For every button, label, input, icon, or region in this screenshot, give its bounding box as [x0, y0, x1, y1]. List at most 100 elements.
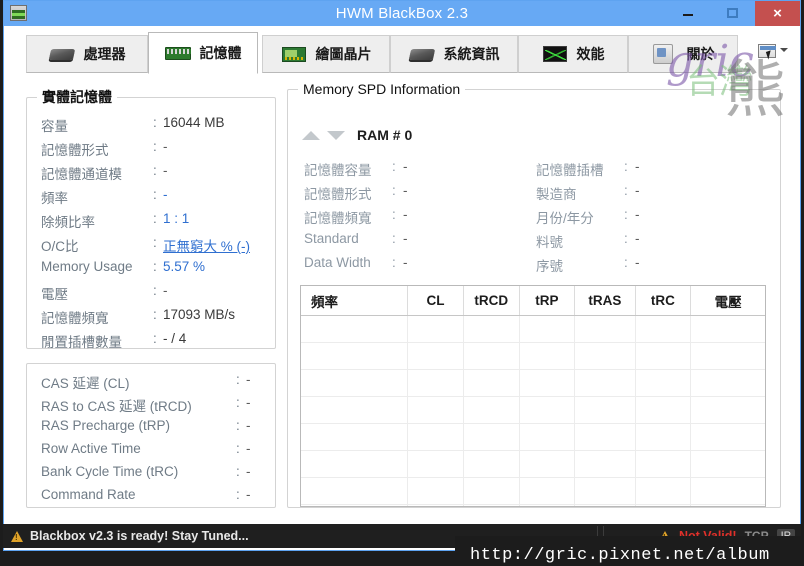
warning-icon [11, 530, 23, 542]
table-row[interactable] [301, 315, 765, 343]
row-oc-ratio-value: 正無窮大 % (-) [163, 239, 250, 254]
table-cell [407, 423, 464, 451]
table-cell [463, 450, 520, 478]
cpu-icon [48, 46, 75, 62]
gpu-icon [281, 46, 307, 62]
table-cell [635, 450, 692, 478]
row-trcd-label: RAS to CAS 延遲 (tRCD) [41, 399, 192, 414]
row-divider-ratio-label: 除頻比率 [41, 215, 95, 230]
table-header-row: 頻率 CL tRCD tRP tRAS tRC 電壓 [301, 286, 765, 316]
row-row-active-time-value: - [246, 441, 251, 456]
table-cell [690, 315, 765, 343]
spd-row-bandwidth-value: - [403, 207, 408, 222]
spd-title: Memory SPD Information [303, 81, 461, 97]
spd-row-serial-number-label: 序號 [536, 259, 563, 274]
minimize-button[interactable] [665, 1, 710, 26]
row-command-rate-value: - [246, 487, 251, 502]
table-cell [407, 477, 464, 505]
spd-panel: Memory SPD Information RAM # 0 記憶體容量 : -… [287, 81, 781, 508]
table-cell [635, 396, 692, 424]
spd-row-bandwidth-label: 記憶體頻寬 [304, 211, 372, 226]
spd-row-type-label: 記憶體形式 [304, 187, 372, 202]
table-cell [574, 342, 636, 370]
status-left-group: Blackbox v2.3 is ready! Stay Tuned... [11, 524, 249, 548]
table-row[interactable] [301, 396, 765, 424]
table-row[interactable] [301, 504, 765, 506]
table-cell [574, 477, 636, 505]
maximize-button[interactable] [710, 1, 755, 26]
table-cell [463, 396, 520, 424]
spd-row-manufacturer-value: - [635, 183, 640, 198]
row-memory-type-label: 記憶體形式 [41, 143, 109, 158]
table-cell [463, 342, 520, 370]
row-memory-usage-label: Memory Usage [41, 259, 133, 274]
tab-memory-label: 記憶體 [199, 45, 242, 61]
table-cell [690, 450, 765, 478]
row-frequency-value: - [163, 187, 168, 202]
table-row[interactable] [301, 450, 765, 478]
row-voltage-label: 電壓 [41, 287, 68, 302]
row-bandwidth-value: 17093 MB/s [163, 307, 236, 322]
col-trp: tRP [519, 286, 576, 316]
row-memory-type-value: - [163, 139, 168, 154]
table-row[interactable] [301, 423, 765, 451]
table-cell [690, 423, 765, 451]
spd-row-standard-label: Standard [304, 231, 359, 246]
table-cell [635, 369, 692, 397]
col-trc: tRC [635, 286, 692, 316]
window-inner: HWM BlackBox 2.3 × 處理器 記憶體 繪圖晶片 系統資訊 效能 … [3, 0, 801, 551]
table-cell [407, 396, 464, 424]
table-row[interactable] [301, 369, 765, 397]
tab-memory[interactable]: 記憶體 [148, 32, 258, 74]
table-cell [301, 504, 409, 506]
tab-graphics[interactable]: 繪圖晶片 [262, 35, 390, 73]
tab-system-info[interactable]: 系統資訊 [390, 35, 518, 73]
table-cell [407, 450, 464, 478]
table-cell [574, 396, 636, 424]
export-button[interactable] [758, 44, 788, 66]
spd-row-standard-value: - [403, 231, 408, 246]
row-capacity-label: 容量 [41, 119, 68, 134]
tab-performance[interactable]: 效能 [518, 35, 628, 73]
tab-about[interactable]: 關於 [628, 35, 738, 73]
row-channel-mode-label: 記憶體通道模 [41, 167, 122, 182]
spd-timing-table[interactable]: 頻率 CL tRCD tRP tRAS tRC 電壓 [300, 285, 766, 507]
tab-graphics-label: 繪圖晶片 [315, 46, 372, 62]
triangle-down-icon[interactable] [327, 130, 345, 140]
row-oc-ratio-label: O/C比 [41, 239, 79, 254]
row-frequency-label: 頻率 [41, 191, 68, 206]
table-row[interactable] [301, 342, 765, 370]
table-cell [519, 450, 576, 478]
memory-tab-content: 實體記憶體 容量 : 16044 MB 記憶體形式 : - 記憶體通道模 : - [4, 73, 800, 521]
table-cell [519, 477, 576, 505]
tab-performance-label: 效能 [576, 46, 605, 62]
row-command-rate-label: Command Rate [41, 487, 136, 502]
table-cell [519, 423, 576, 451]
col-voltage: 電壓 [690, 286, 765, 316]
table-cell [574, 423, 636, 451]
row-trp-label: RAS Precharge (tRP) [41, 418, 171, 433]
table-cell [463, 423, 520, 451]
table-cell [519, 315, 576, 343]
row-cl-value: - [246, 372, 251, 387]
table-body [301, 315, 765, 506]
row-trcd-value: - [246, 395, 251, 410]
table-cell [574, 504, 636, 506]
close-button[interactable]: × [755, 1, 800, 26]
spd-row-part-number-label: 料號 [536, 235, 563, 250]
table-cell [690, 504, 765, 506]
row-cl-label: CAS 延遲 (CL) [41, 376, 130, 391]
about-icon [652, 44, 678, 64]
minimize-icon [683, 14, 693, 16]
physical-memory-panel: 實體記憶體 容量 : 16044 MB 記憶體形式 : - 記憶體通道模 : - [26, 87, 276, 350]
table-cell [519, 369, 576, 397]
tab-strip: 處理器 記憶體 繪圖晶片 系統資訊 效能 關於 [4, 26, 800, 74]
col-frequency: 頻率 [301, 286, 409, 316]
table-cell [690, 396, 765, 424]
table-row[interactable] [301, 477, 765, 505]
tab-processor[interactable]: 處理器 [26, 35, 148, 73]
spd-row-capacity-value: - [403, 159, 408, 174]
triangle-up-icon[interactable] [302, 130, 320, 140]
table-cell [301, 342, 409, 370]
table-cell [574, 315, 636, 343]
